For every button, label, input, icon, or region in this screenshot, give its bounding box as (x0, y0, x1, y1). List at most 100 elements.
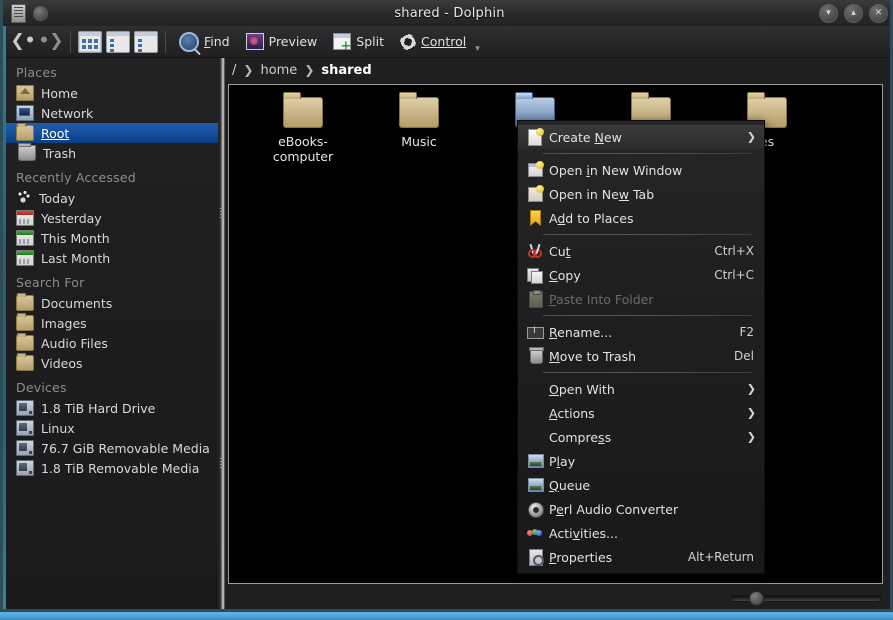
new-document-icon (526, 128, 544, 146)
menu-item-label: Play (549, 453, 576, 469)
media-icon (526, 477, 544, 493)
sidebar-item-home[interactable]: Home (6, 83, 218, 103)
sidebar-item-today[interactable]: Today (6, 188, 218, 208)
zoom-slider-handle[interactable] (749, 591, 764, 606)
menu-item-actions[interactable]: Actions ❯ (518, 401, 764, 425)
sidebar-item-hard-drive[interactable]: 1.8 TiB Hard Drive (6, 398, 218, 418)
sidebar-splitter[interactable] (218, 58, 225, 609)
splitter-grip-top (220, 208, 223, 219)
trash-icon (526, 347, 544, 364)
sidebar-item-label: Today (39, 190, 76, 206)
forward-button[interactable]: •❯ (38, 29, 64, 55)
menu-item-label: Open in New Tab (549, 186, 655, 202)
icons-view-button[interactable] (78, 30, 102, 53)
menu-item-label: Add to Places (549, 210, 634, 226)
menu-item-queue[interactable]: Queue (518, 473, 764, 497)
menu-item-label: Open With (549, 381, 615, 397)
menu-item-compress[interactable]: Compress ❯ (518, 425, 764, 449)
columns-view-button[interactable] (134, 30, 158, 53)
recent-icon (16, 191, 32, 205)
menu-item-open-in-new-tab[interactable]: Open in New Tab (518, 182, 764, 206)
calendar-green-icon (16, 230, 34, 246)
menu-item-cut[interactable]: Cut Ctrl+X (518, 239, 764, 263)
sidebar-item-label: Last Month (41, 250, 111, 266)
sidebar-item-label: Trash (43, 145, 77, 161)
preview-button[interactable]: Preview (239, 29, 325, 55)
sidebar-item-linux[interactable]: Linux (6, 418, 218, 438)
menu-item-create-new[interactable]: Create New ❯ (518, 125, 764, 149)
minimize-button[interactable]: ▾ (819, 4, 838, 23)
menu-item-rename[interactable]: Rename... F2 (518, 320, 764, 344)
breadcrumb-home[interactable]: home (260, 63, 297, 78)
back-button[interactable]: ❮• (10, 29, 36, 55)
new-tab-icon (526, 185, 544, 202)
find-button[interactable]: Find (172, 29, 237, 55)
menu-item-properties[interactable]: Properties Alt+Return (518, 545, 764, 569)
sidebar-item-removable-media-18[interactable]: 1.8 TiB Removable Media (6, 458, 218, 478)
file-item-label: eBooks-computer (272, 134, 334, 164)
menu-item-activities[interactable]: Activities... (518, 521, 764, 545)
calendar-red-icon (16, 210, 34, 226)
sidebar-item-label: Images (41, 315, 87, 331)
sidebar-item-label: Videos (41, 355, 83, 371)
menu-item-perl-audio-converter[interactable]: Perl Audio Converter (518, 497, 764, 521)
sidebar-item-last-month[interactable]: Last Month (6, 248, 218, 268)
breadcrumb-root[interactable]: / (232, 63, 236, 78)
menu-item-label: Move to Trash (549, 348, 637, 364)
sidebar-item-documents[interactable]: Documents (6, 293, 218, 313)
maximize-button[interactable]: ▴ (844, 4, 863, 23)
sidebar-item-trash[interactable]: Trash (6, 143, 218, 163)
file-item[interactable]: eBooks-computer (245, 92, 361, 164)
sidebar-item-yesterday[interactable]: Yesterday (6, 208, 218, 228)
drive-icon (16, 460, 34, 476)
sidebar-group-devices-title: Devices (16, 380, 67, 395)
sidebar-item-videos[interactable]: Videos (6, 353, 218, 373)
calendar-green-icon (16, 250, 34, 266)
sidebar-item-root[interactable]: Root (6, 123, 218, 143)
sidebar-item-label: Documents (41, 295, 113, 311)
breadcrumb[interactable]: / ❯ home ❯ shared (225, 58, 890, 82)
menu-item-open-with[interactable]: Open With ❯ (518, 377, 764, 401)
back-arrow-icon: ❮• (10, 31, 36, 51)
folder-icon (16, 333, 34, 351)
menu-item-play[interactable]: Play (518, 449, 764, 473)
submenu-arrow-icon: ❯ (746, 130, 756, 144)
icons-view-icon-header (79, 31, 101, 36)
split-button-label: Split (356, 34, 385, 49)
menu-separator (543, 234, 752, 235)
control-button[interactable]: Control (393, 29, 473, 55)
titlebar: shared - Dolphin ▾ ▴ ✕ (3, 0, 890, 27)
icons-view-icon (82, 38, 98, 49)
sidebar-item-images[interactable]: Images (6, 313, 218, 333)
status-bar (228, 588, 883, 606)
menu-item-label: Rename... (549, 324, 613, 340)
scissors-icon (526, 243, 544, 259)
file-item[interactable]: Music (361, 92, 477, 164)
menu-item-add-to-places[interactable]: Add to Places (518, 206, 764, 230)
split-button[interactable]: Split (326, 29, 391, 55)
home-icon (16, 85, 34, 101)
details-view-button[interactable] (106, 30, 130, 53)
menu-item-shortcut: Ctrl+C (714, 268, 754, 282)
menu-item-move-to-trash[interactable]: Move to Trash Del (518, 344, 764, 368)
sidebar-item-this-month[interactable]: This Month (6, 228, 218, 248)
close-button[interactable]: ✕ (869, 4, 888, 23)
menu-item-label: Activities... (549, 525, 618, 541)
menu-item-shortcut: Ctrl+X (714, 244, 754, 258)
drive-icon (16, 400, 34, 416)
screen: shared - Dolphin ▾ ▴ ✕ ❮• •❯ Find Previe… (0, 0, 893, 620)
zoom-slider[interactable] (731, 591, 881, 606)
pac-icon (526, 501, 544, 518)
sidebar-item-removable-media-76[interactable]: 76.7 GiB Removable Media (6, 438, 218, 458)
sidebar-item-audio-files[interactable]: Audio Files (6, 333, 218, 353)
menu-separator (543, 372, 752, 373)
breadcrumb-shared[interactable]: shared (321, 63, 371, 78)
toolbar-overflow-caret-icon[interactable]: ▾ (475, 44, 480, 54)
menu-separator (543, 315, 752, 316)
sidebar-item-network[interactable]: Network (6, 103, 218, 123)
toolbar-divider-2 (165, 30, 166, 53)
menu-item-label: Queue (549, 477, 591, 493)
menu-item-copy[interactable]: Copy Ctrl+C (518, 263, 764, 287)
menu-item-open-in-new-window[interactable]: Open in New Window (518, 158, 764, 182)
details-view-icon (110, 38, 114, 52)
